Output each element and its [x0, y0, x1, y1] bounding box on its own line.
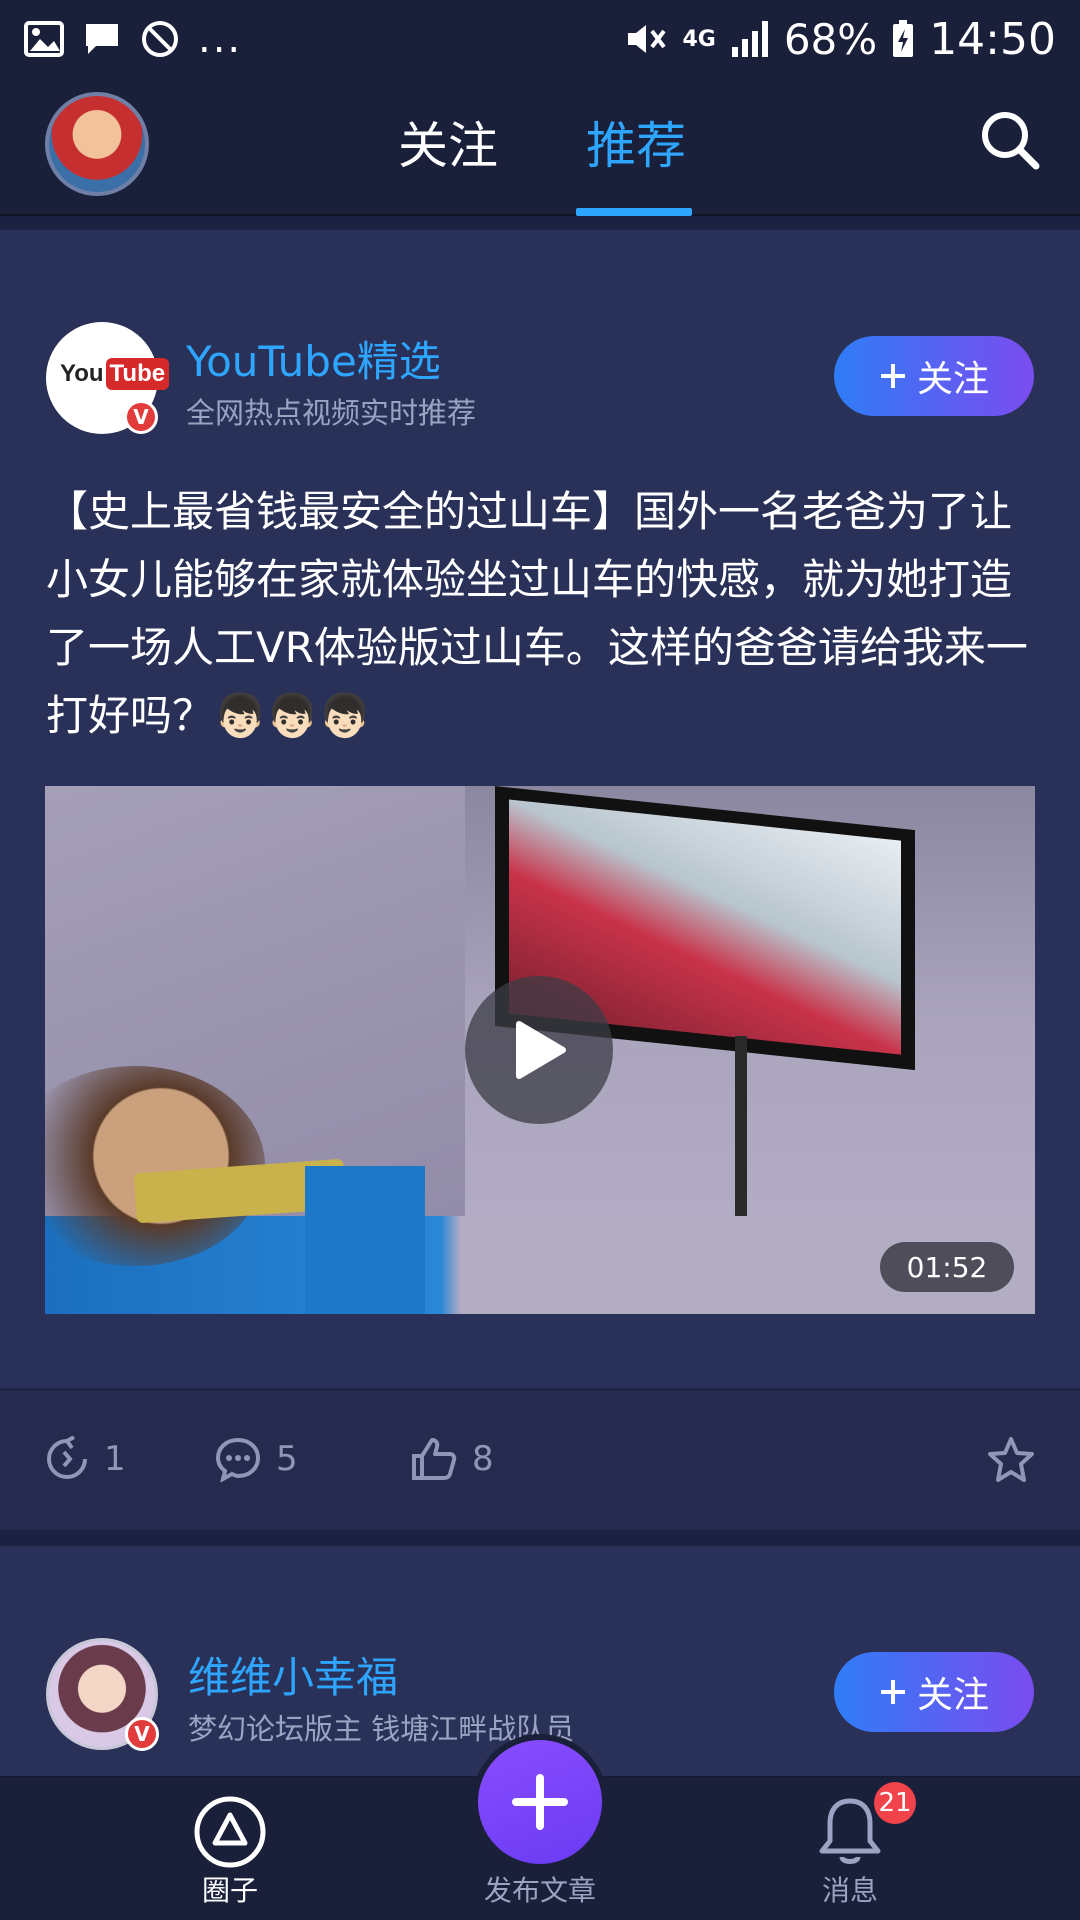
nav-messages-label: 消息 — [821, 1874, 878, 1907]
nav-publish-label: 发布文章 — [483, 1874, 596, 1907]
missed-call-icon — [142, 21, 178, 57]
thumbs-up-icon — [412, 1438, 457, 1480]
post-text[interactable]: 【史上最省钱最安全的过山车】国外一名老爸为了让小女儿能够在家就体验坐过山车的快感… — [46, 478, 1036, 750]
gallery-icon — [24, 21, 64, 57]
nav-messages[interactable]: 消息 — [730, 1777, 970, 1920]
divider — [0, 1388, 1080, 1391]
play-button[interactable] — [465, 976, 613, 1124]
publish-fab[interactable] — [472, 1734, 608, 1870]
plus-icon — [880, 1680, 905, 1704]
battery-charging-icon — [893, 20, 914, 57]
clock: 14:50 — [929, 13, 1056, 65]
chat-icon — [86, 24, 118, 54]
signal-icon — [731, 21, 768, 57]
circle-triangle-icon — [194, 1796, 266, 1868]
user-avatar[interactable] — [45, 92, 149, 196]
status-overflow: ... — [198, 16, 243, 62]
follow-button[interactable]: 关注 — [834, 1652, 1034, 1732]
plus-icon — [880, 364, 905, 388]
follow-button[interactable]: 关注 — [834, 336, 1034, 416]
follow-button-label: 关注 — [916, 359, 989, 400]
tab-recommend[interactable]: 推荐 — [586, 106, 686, 178]
star-icon[interactable] — [986, 1436, 1036, 1484]
verified-badge: V — [125, 1717, 159, 1751]
notification-badge: 21 — [874, 1782, 916, 1824]
share-count: 1 — [104, 1439, 126, 1479]
status-bar: ... 4G 68% 14:50 — [0, 0, 1080, 78]
battery-percent: 68% — [783, 14, 878, 64]
like-action[interactable]: 8 — [410, 1436, 494, 1482]
post-actions: 1 5 8 — [0, 1392, 1080, 1530]
author-avatar[interactable]: V — [46, 1638, 159, 1751]
author-avatar[interactable]: You Tube V — [46, 322, 170, 434]
active-tab-indicator — [576, 208, 692, 216]
search-icon[interactable] — [978, 108, 1042, 172]
author-description: 全网热点视频实时推荐 — [186, 396, 477, 430]
comment-icon — [215, 1437, 261, 1482]
video-duration: 01:52 — [880, 1242, 1014, 1292]
share-action[interactable]: 1 — [44, 1436, 126, 1482]
author-name[interactable]: 维维小幸福 — [188, 1644, 398, 1705]
feed-post: You Tube V YouTube精选 全网热点视频实时推荐 关注 【史上最省钱… — [0, 230, 1080, 1530]
follow-button-label: 关注 — [916, 1675, 989, 1716]
author-name[interactable]: YouTube精选 — [186, 328, 441, 389]
comment-action[interactable]: 5 — [214, 1436, 298, 1482]
share-icon — [47, 1436, 87, 1479]
play-icon — [516, 1021, 566, 1079]
verified-badge: V — [124, 400, 158, 434]
top-nav: 关注 推荐 — [0, 78, 1080, 216]
network-type: 4G — [682, 26, 716, 52]
nav-circle-label: 圈子 — [201, 1874, 258, 1907]
video-player[interactable]: 01:52 — [45, 786, 1035, 1314]
comment-count: 5 — [276, 1439, 298, 1479]
plus-icon — [512, 1774, 568, 1830]
youtube-logo: You Tube — [60, 358, 170, 390]
like-count: 8 — [472, 1439, 494, 1479]
tab-follow[interactable]: 关注 — [398, 106, 498, 178]
nav-circle[interactable]: 圈子 — [110, 1777, 350, 1920]
vibrate-mute-icon — [628, 25, 667, 53]
